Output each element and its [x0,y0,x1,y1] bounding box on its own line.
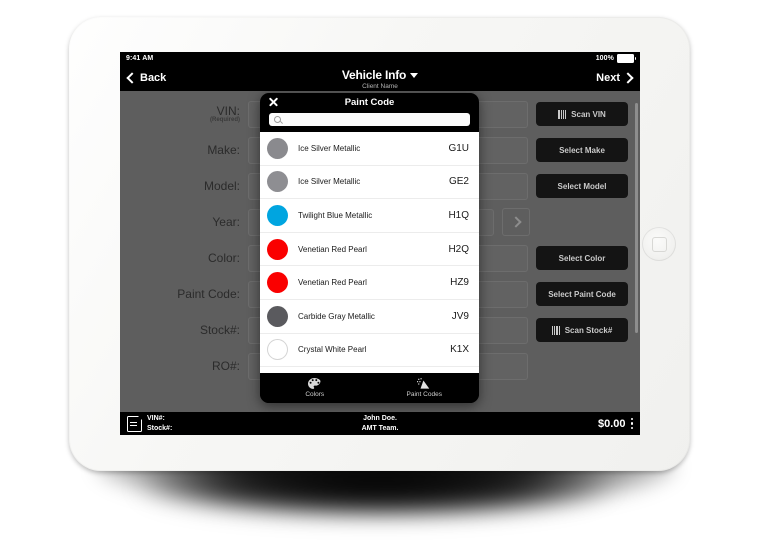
form-label: VIN: (Required) [130,103,248,124]
form-row: RO#: [120,351,640,381]
status-bar-time: 9:41 AM [126,55,154,62]
button-select-model[interactable]: Select Model [536,174,628,198]
form-label-text: Stock#: [199,322,240,337]
form-label-text: Model: [203,178,240,193]
required-note: (Required) [210,117,240,124]
next-button[interactable]: Next [596,72,634,84]
year-stepper-next-button[interactable] [502,208,530,236]
form-row: Paint Code: Select Paint Code [120,279,640,309]
form-row: VIN: (Required) Scan VIN [120,99,640,129]
navigation-bar: Back Vehicle Info Client Name Next [120,65,640,91]
form-label: Make: [130,142,248,157]
form-label-text: VIN: [216,103,240,118]
button-label: Select Color [558,253,606,263]
button-label: Select Paint Code [548,289,616,299]
device-screen: 9:41 AM 100% Back Vehicle Info Client Na… [120,52,640,435]
total-amount: $0.00 [597,417,626,430]
form-input[interactable] [248,136,528,164]
button-label: Select Model [557,181,607,191]
button-select-color[interactable]: Select Color [536,246,628,270]
button-select-paint-code[interactable]: Select Paint Code [536,282,628,306]
form-input[interactable] [248,172,528,200]
battery-percent-label: 100% [595,55,614,62]
button-placeholder [536,354,628,378]
bottom-bar-left: VIN#: Stock#: [127,414,172,433]
form-label: Color: [130,250,248,265]
page-title-dropdown[interactable]: Vehicle Info [341,68,419,82]
bottom-client-name: John Doe. [363,415,397,423]
barcode-icon [551,325,560,335]
button-scan-stock-[interactable]: Scan Stock# [536,318,628,342]
back-button[interactable]: Back [126,72,167,84]
more-options-icon[interactable] [630,417,633,430]
form-input[interactable] [248,280,528,308]
form-label-text: Make: [207,142,240,157]
form-row: Make: Select Make [120,135,640,165]
client-name-subtitle: Client Name [362,83,398,90]
button-label: Scan VIN [571,109,606,119]
next-button-label: Next [596,72,620,84]
form-input[interactable] [248,100,528,128]
form-row: Color: Select Color [120,243,640,273]
form-label-text: Year: [212,214,240,229]
document-icon [127,415,143,432]
scrollbar[interactable] [635,103,638,333]
back-button-label: Back [140,72,167,84]
chevron-down-icon [410,72,419,78]
chevron-left-icon [126,72,138,84]
page-title: Vehicle Info [341,68,407,82]
bottom-vin-label: VIN#: [147,415,165,423]
chevron-right-icon [510,216,522,228]
button-select-make[interactable]: Select Make [536,138,628,162]
form-row: Stock#: Scan Stock# [120,315,640,345]
form-label: Model: [130,178,248,193]
form-row: Year: [120,207,640,237]
button-label: Select Make [559,145,605,155]
form-input[interactable] [248,316,528,344]
form-input[interactable] [248,244,528,272]
home-button-square-icon [651,236,667,252]
bottom-bar-vehicle-ids: VIN#: Stock#: [147,414,172,433]
bottom-team-name: AMT Team. [361,424,399,432]
form-label-text: Color: [207,250,240,265]
form-label: RO#: [130,358,248,373]
chevron-right-icon [622,72,634,84]
bottom-status-bar: VIN#: Stock#: John Doe. AMT Team. $0.00 [120,412,640,435]
bottom-bar-right: $0.00 [598,418,633,430]
nav-title-wrap: Vehicle Info Client Name [120,66,640,90]
barcode-icon [558,109,567,119]
button-scan-vin[interactable]: Scan VIN [536,102,628,126]
form-label-text: Paint Code: [177,286,240,301]
battery-icon [617,54,636,63]
button-placeholder [536,210,628,234]
button-label: Scan Stock# [564,325,613,335]
form-label: Paint Code: [130,286,248,301]
status-bar-right: 100% [595,54,636,63]
form-label: Year: [130,214,248,229]
content-area: VIN: (Required) Scan VIN Make: Select Make Mo… [120,91,640,412]
form-label: Stock#: [130,322,248,337]
status-bar: 9:41 AM 100% [120,52,640,65]
bottom-bar-client-info: John Doe. AMT Team. [120,414,640,433]
form-row: Model: Select Model [120,171,640,201]
home-button[interactable] [642,227,676,261]
form-label-text: RO#: [211,358,240,373]
bottom-stock-label: Stock#: [147,424,173,432]
form-input[interactable] [248,208,494,236]
vehicle-info-form: VIN: (Required) Scan VIN Make: Select Make Mo… [120,91,640,412]
form-input[interactable] [248,352,528,380]
